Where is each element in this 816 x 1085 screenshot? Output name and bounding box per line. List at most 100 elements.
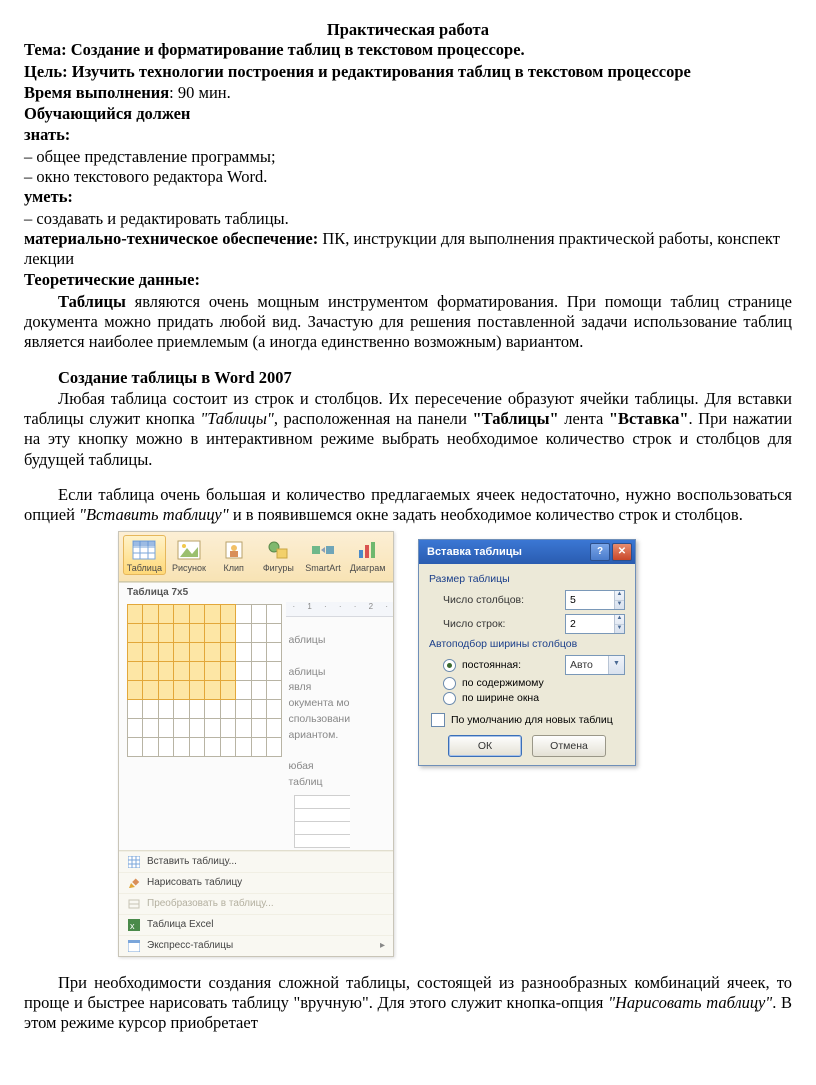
menu-convert-table: Преобразовать в таблицу... — [119, 893, 393, 914]
close-button[interactable]: ✕ — [612, 543, 632, 561]
checkbox-default[interactable] — [431, 713, 445, 727]
radio-window-label: по ширине окна — [462, 692, 539, 705]
shapes-icon — [264, 538, 292, 562]
can-list: создавать и редактировать таблицы. — [24, 209, 792, 229]
ribbon-label: Фигуры — [263, 564, 294, 573]
ribbon-button-clip[interactable]: Клип — [212, 535, 255, 574]
rows-label: Число строк: — [443, 618, 559, 631]
figures-row: Таблица Рисунок Клип Фигуры — [118, 531, 792, 956]
paragraph-2: Любая таблица состоит из строк и столбцо… — [24, 389, 792, 470]
p1-rest: являются очень мощным инструментом форма… — [24, 292, 792, 352]
ribbon-label: Диаграм — [350, 564, 386, 573]
topic-label: Тема: — [24, 40, 67, 59]
ruler: · 1 · · · 2 · — [286, 602, 393, 617]
ribbon-button-chart[interactable]: Диаграм — [346, 535, 389, 574]
figure-table-dropdown: Таблица Рисунок Клип Фигуры — [118, 531, 394, 956]
checkbox-default-label: По умолчанию для новых таблиц — [451, 714, 613, 727]
goal-line: Цель: Изучить технологии построения и ре… — [24, 62, 792, 82]
ribbon-label: Таблица — [127, 564, 162, 573]
ribbon-button-smartart[interactable]: SmartArt — [302, 535, 345, 574]
table-icon — [130, 538, 158, 562]
p4b: "Нарисовать таблицу" — [608, 993, 772, 1012]
radio-fixed[interactable] — [443, 659, 456, 672]
ribbon-bar: Таблица Рисунок Клип Фигуры — [119, 532, 393, 581]
p2f: "Вставка" — [609, 409, 689, 428]
group-size-label: Размер таблицы — [429, 573, 625, 586]
grid-size-label: Таблица 7x5 — [119, 583, 393, 602]
preview-line: юбая таблиц — [288, 759, 350, 791]
ribbon-label: Рисунок — [172, 564, 206, 573]
menu-label: Экспресс-таблицы — [147, 940, 233, 952]
heading-create-table: Создание таблицы в Word 2007 — [24, 368, 792, 388]
radio-content-label: по содержимому — [462, 677, 544, 690]
p3c: и в появившемся окне задать необходимое … — [229, 505, 743, 524]
ribbon-label: SmartArt — [305, 564, 341, 573]
cols-input[interactable] — [566, 591, 614, 609]
p2d: "Таблицы" — [473, 409, 559, 428]
spin-up-icon[interactable]: ▲ — [615, 591, 624, 601]
spin-down-icon[interactable]: ▼ — [615, 601, 624, 610]
group-autofit-label: Автоподбор ширины столбцов — [429, 638, 625, 651]
menu-insert-table[interactable]: Вставить таблицу... — [119, 851, 393, 872]
know-list: общее представление программы; окно текс… — [24, 147, 792, 188]
figure-insert-table-dialog: Вставка таблицы ? ✕ Размер таблицы Число… — [418, 539, 636, 766]
doc-preview-text: аблицы аблицы явля окумента мо спользова… — [286, 617, 350, 850]
cols-spinner[interactable]: ▲▼ — [565, 590, 625, 610]
pencil-icon — [127, 876, 141, 890]
spin-down-icon[interactable]: ▼ — [615, 625, 624, 634]
radio-window[interactable] — [443, 692, 456, 705]
ribbon-button-shapes[interactable]: Фигуры — [257, 535, 300, 574]
p2e: лента — [559, 409, 609, 428]
preview-line: аблицы явля — [288, 665, 350, 697]
time-line: Время выполнения: 90 мин. — [24, 83, 792, 103]
excel-icon: x — [127, 918, 141, 932]
rows-input[interactable] — [566, 615, 614, 633]
paragraph-4: При необходимости создания сложной табли… — [24, 973, 792, 1034]
fixed-width-combo[interactable]: Авто ▼ — [565, 655, 625, 675]
list-item: создавать и редактировать таблицы. — [24, 209, 792, 229]
radio-content[interactable] — [443, 677, 456, 690]
table-dropdown-panel: Таблица 7x5 · 1 · · · 2 · аблицы аблицы … — [119, 582, 393, 956]
radio-fixed-label: постоянная: — [462, 659, 559, 672]
ribbon-label: Клип — [223, 564, 243, 573]
ribbon-button-table[interactable]: Таблица — [123, 535, 166, 574]
chevron-down-icon[interactable]: ▼ — [608, 656, 624, 674]
table-size-grid[interactable] — [119, 602, 286, 850]
picture-icon — [175, 538, 203, 562]
spin-up-icon[interactable]: ▲ — [615, 615, 624, 625]
time-label: Время выполнения — [24, 83, 169, 102]
ok-button[interactable]: ОК — [448, 735, 522, 757]
materials-line: материально-техническое обеспечение: ПК,… — [24, 229, 792, 270]
preview-table — [288, 791, 350, 850]
dialog-titlebar[interactable]: Вставка таблицы ? ✕ — [419, 540, 635, 564]
page-title: Практическая работа — [24, 20, 792, 40]
preview-line: ариантом. — [288, 728, 350, 744]
menu-label: Преобразовать в таблицу... — [147, 898, 274, 910]
topic-line: Тема: Создание и форматирование таблиц в… — [24, 40, 792, 60]
p1-lead: Таблицы — [58, 292, 126, 311]
convert-icon — [127, 897, 141, 911]
paragraph-1: Таблицы являются очень мощным инструмент… — [24, 292, 792, 353]
list-item: окно текстового редактора Word. — [24, 167, 792, 187]
p3b: "Вставить таблицу" — [79, 505, 229, 524]
cancel-button[interactable]: Отмена — [532, 735, 606, 757]
menu-quick-tables[interactable]: Экспресс-таблицы ▸ — [119, 935, 393, 956]
rows-spinner[interactable]: ▲▼ — [565, 614, 625, 634]
learner-label: Обучающийся должен — [24, 104, 792, 124]
dropdown-menu: Вставить таблицу... Нарисовать таблицу П… — [119, 850, 393, 956]
help-button[interactable]: ? — [590, 543, 610, 561]
topic-text: Создание и форматирование таблиц в текст… — [67, 40, 525, 59]
ribbon-button-picture[interactable]: Рисунок — [168, 535, 211, 574]
quick-table-icon — [127, 939, 141, 953]
menu-excel-table[interactable]: x Таблица Excel — [119, 914, 393, 935]
chart-icon — [354, 538, 382, 562]
smartart-icon — [309, 538, 337, 562]
goal-label: Цель: — [24, 62, 68, 81]
can-label: уметь: — [24, 187, 792, 207]
menu-draw-table[interactable]: Нарисовать таблицу — [119, 872, 393, 893]
p2c: , расположенная на панели — [274, 409, 473, 428]
menu-label: Вставить таблицу... — [147, 856, 237, 868]
goal-text: Изучить технологии построения и редактир… — [68, 62, 691, 81]
menu-label: Нарисовать таблицу — [147, 877, 242, 889]
know-label: знать: — [24, 125, 792, 145]
